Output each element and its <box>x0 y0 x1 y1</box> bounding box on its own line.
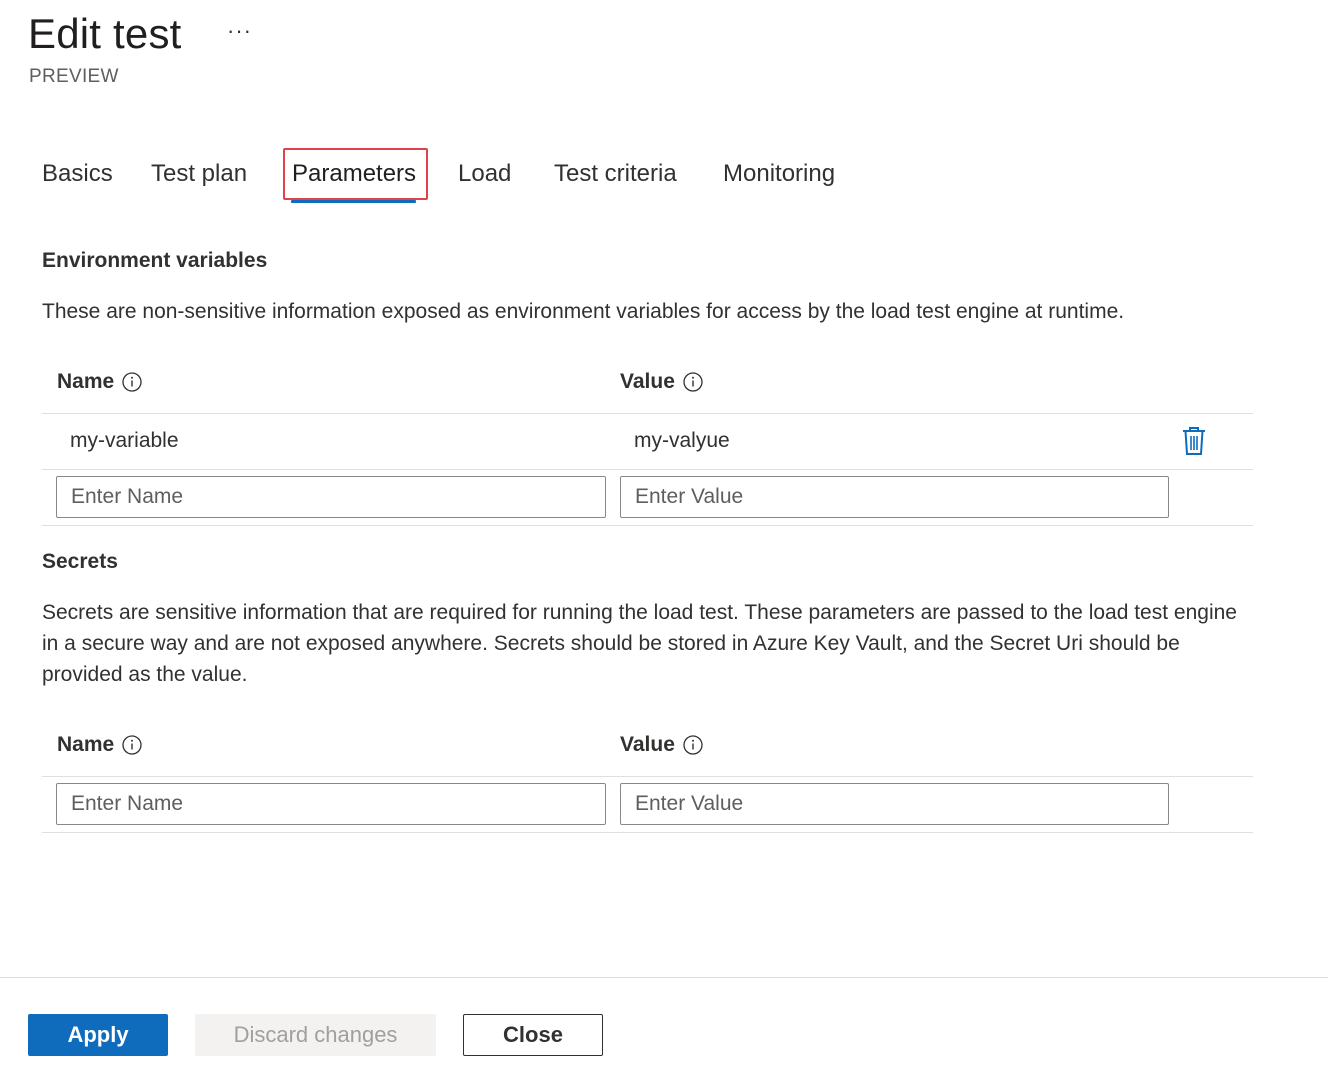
info-icon[interactable] <box>122 372 142 392</box>
divider <box>42 525 1253 526</box>
env-value-header: Value <box>620 370 703 394</box>
active-tab-indicator <box>291 200 416 203</box>
tab-monitoring[interactable]: Monitoring <box>723 156 835 194</box>
env-name-header: Name <box>57 370 142 394</box>
divider <box>42 776 1253 777</box>
footer-divider <box>0 977 1328 978</box>
divider <box>42 469 1253 470</box>
secrets-value-header: Value <box>620 733 703 757</box>
tab-test-criteria[interactable]: Test criteria <box>554 156 677 194</box>
secrets-description: Secrets are sensitive information that a… <box>42 601 1237 686</box>
secret-value-input[interactable] <box>620 783 1169 825</box>
tab-load[interactable]: Load <box>458 156 511 194</box>
info-icon[interactable] <box>122 735 142 755</box>
apply-button[interactable]: Apply <box>28 1014 168 1056</box>
env-row-name: my-variable <box>70 429 179 452</box>
env-value-input[interactable] <box>620 476 1169 518</box>
tab-test-plan[interactable]: Test plan <box>151 156 247 194</box>
trash-icon[interactable] <box>1181 426 1207 456</box>
info-icon[interactable] <box>683 735 703 755</box>
edit-test-page: Edit test ··· PREVIEW Basics Test plan P… <box>0 0 1328 1083</box>
page-subtitle: PREVIEW <box>29 66 119 87</box>
env-name-header-label: Name <box>57 370 115 393</box>
divider <box>42 832 1253 833</box>
secret-name-input[interactable] <box>56 783 606 825</box>
discard-changes-button[interactable]: Discard changes <box>195 1014 436 1056</box>
secrets-value-header-label: Value <box>620 733 675 756</box>
tab-basics[interactable]: Basics <box>42 156 113 194</box>
secrets-name-header: Name <box>57 733 142 757</box>
tab-parameters[interactable]: Parameters <box>292 156 416 194</box>
secrets-section-title: Secrets <box>42 550 118 573</box>
more-options-button[interactable]: ··· <box>227 18 252 44</box>
env-section-title: Environment variables <box>42 249 268 272</box>
env-row-value: my-valyue <box>634 429 730 452</box>
divider <box>42 413 1253 414</box>
close-button[interactable]: Close <box>463 1014 603 1056</box>
info-icon[interactable] <box>683 372 703 392</box>
secrets-name-header-label: Name <box>57 733 115 756</box>
env-description: These are non-sensitive information expo… <box>42 300 1125 323</box>
env-name-input[interactable] <box>56 476 606 518</box>
env-value-header-label: Value <box>620 370 675 393</box>
page-title: Edit test <box>28 10 182 57</box>
